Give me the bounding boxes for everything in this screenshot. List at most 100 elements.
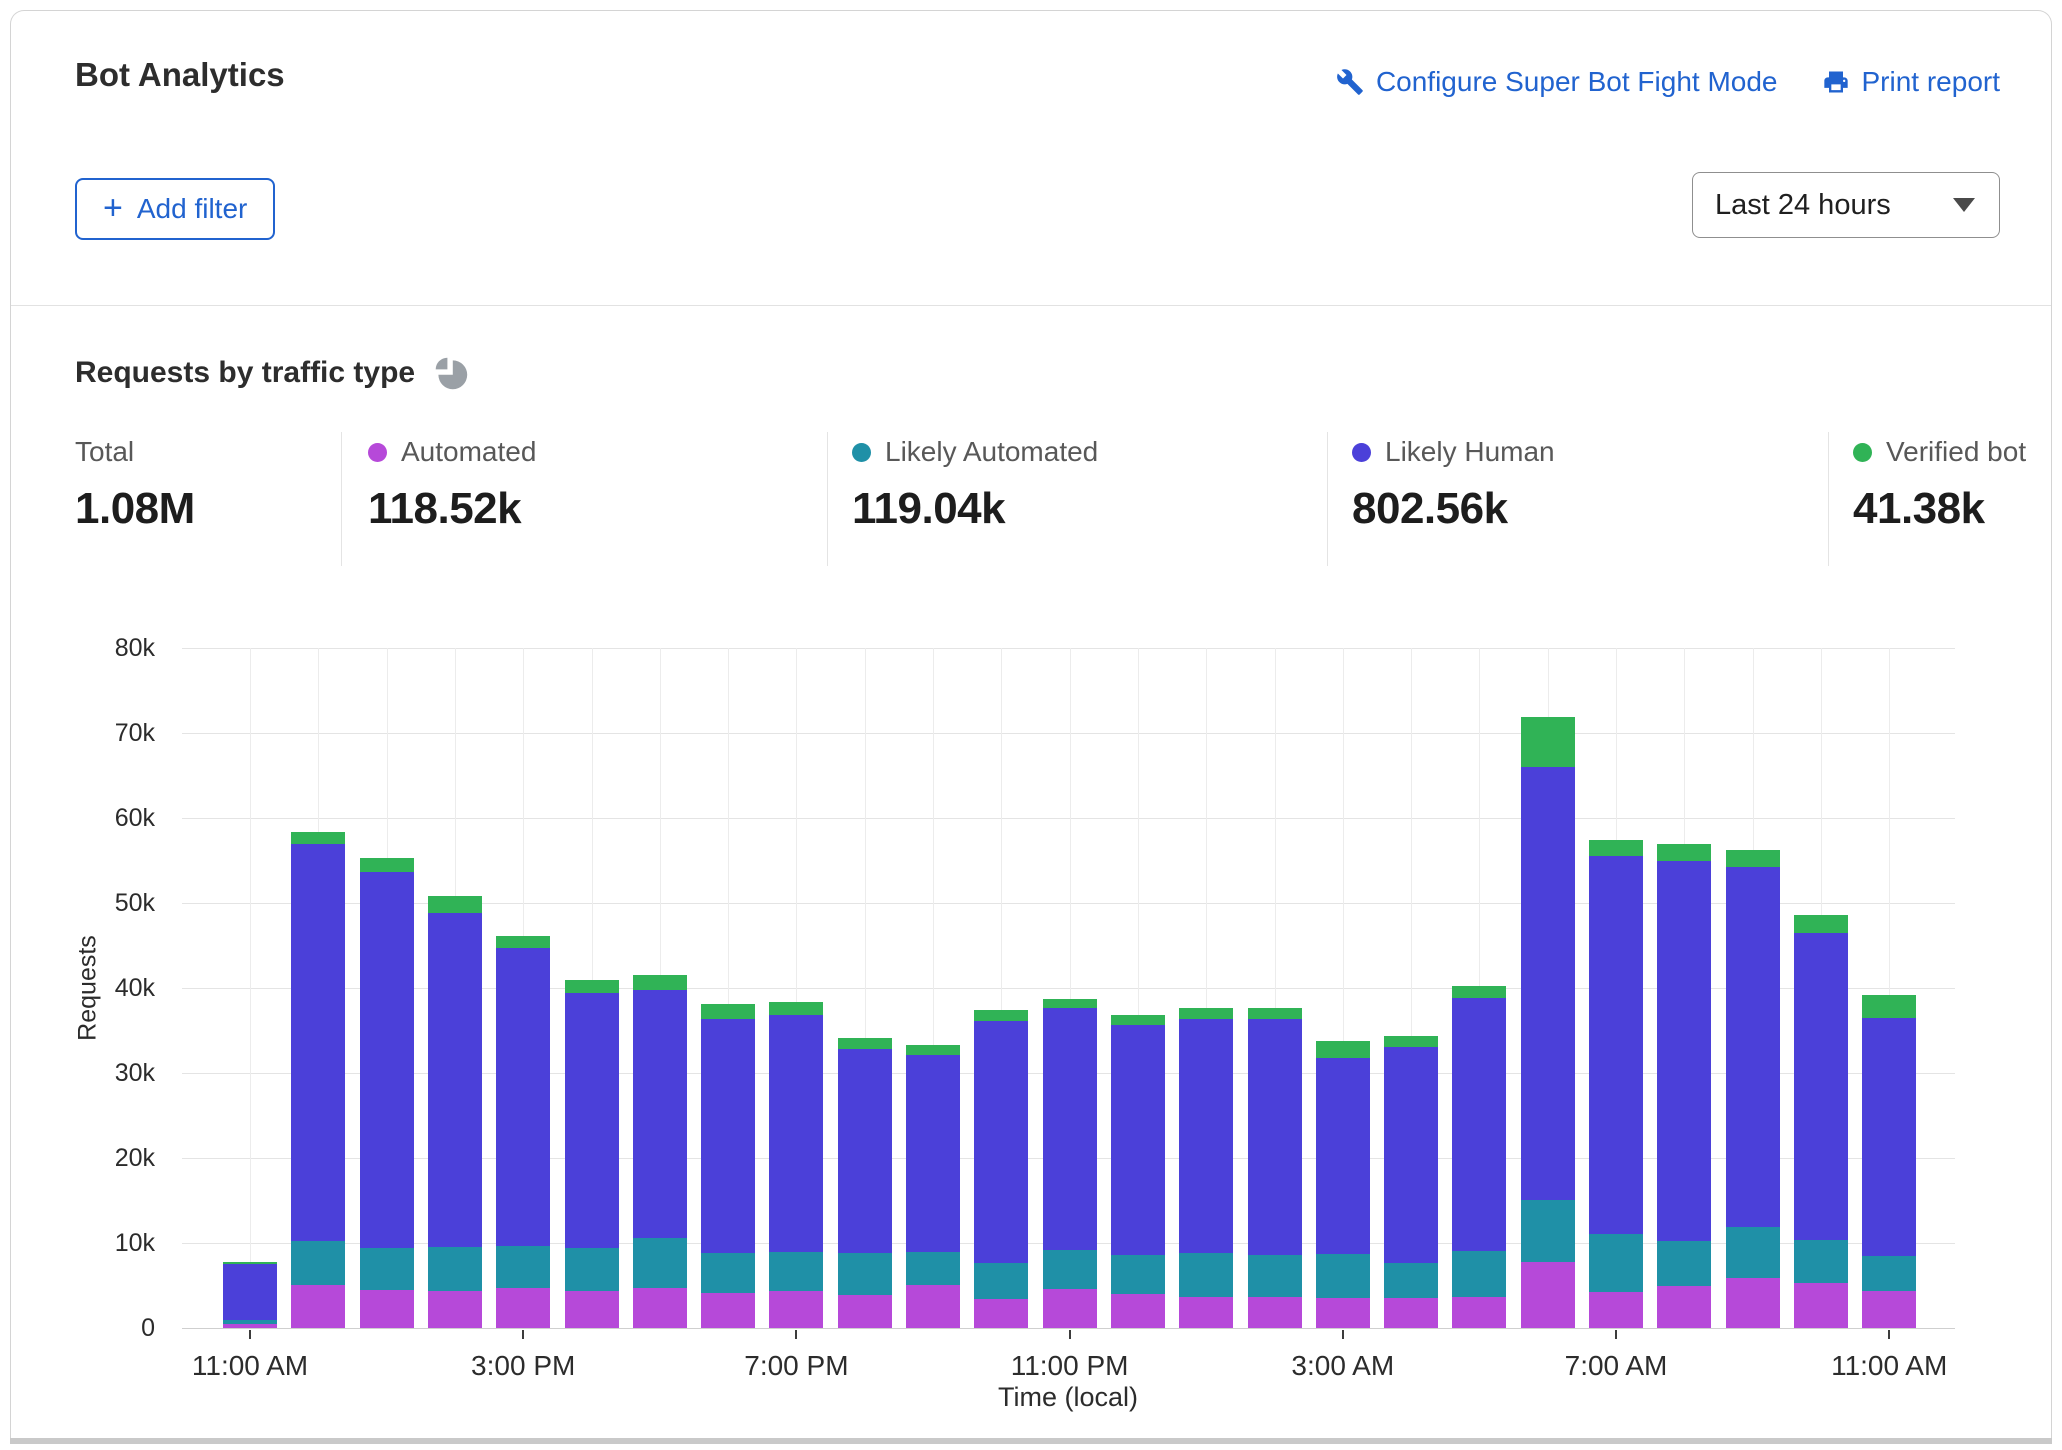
bar-segment-likely-human <box>633 990 687 1238</box>
bar-segment-automated <box>1862 1291 1916 1328</box>
bar-segment-likely-human <box>974 1021 1028 1263</box>
print-link-label: Print report <box>1862 66 2001 98</box>
bar-segment-automated <box>496 1288 550 1328</box>
bar-group-hour-1[interactable] <box>291 832 345 1328</box>
bar-group-hour-0[interactable] <box>223 1262 277 1328</box>
bar-segment-likely-automated <box>838 1253 892 1295</box>
bar-segment-likely-human <box>1794 933 1848 1240</box>
bar-group-hour-10[interactable] <box>906 1045 960 1328</box>
bar-group-hour-8[interactable] <box>769 1002 823 1328</box>
bar-segment-likely-automated <box>974 1263 1028 1299</box>
x-tick-mark <box>522 1330 524 1339</box>
stat-automated[interactable]: Automated 118.52k <box>368 436 536 534</box>
stat-divider <box>827 432 828 566</box>
bar-segment-likely-human <box>1248 1019 1302 1255</box>
bar-segment-likely-human <box>1589 856 1643 1233</box>
bar-group-hour-6[interactable] <box>633 975 687 1328</box>
y-axis-title: Requests <box>74 935 103 1041</box>
stat-likely-automated-value: 119.04k <box>852 484 1098 534</box>
bar-segment-automated <box>974 1299 1028 1328</box>
bar-group-hour-14[interactable] <box>1179 1008 1233 1328</box>
stat-total[interactable]: Total 1.08M <box>75 436 195 534</box>
configure-super-bot-fight-mode-link[interactable]: Configure Super Bot Fight Mode <box>1336 66 1778 98</box>
section-title: Requests by traffic type <box>75 356 415 390</box>
bar-segment-verified-bot <box>769 1002 823 1016</box>
bar-segment-verified-bot <box>1862 995 1916 1018</box>
header-actions: Configure Super Bot Fight Mode Print rep… <box>1336 66 2000 98</box>
bar-segment-verified-bot <box>1794 915 1848 933</box>
add-filter-button[interactable]: + Add filter <box>75 178 275 240</box>
bar-group-hour-2[interactable] <box>360 858 414 1328</box>
bar-group-hour-17[interactable] <box>1384 1036 1438 1328</box>
bar-group-hour-7[interactable] <box>701 1004 755 1328</box>
bar-segment-verified-bot <box>428 896 482 913</box>
gridline-y-60k <box>182 818 1955 819</box>
x-tick-label: 7:00 PM <box>744 1350 848 1382</box>
bar-segment-likely-automated <box>701 1253 755 1293</box>
bar-group-hour-15[interactable] <box>1248 1008 1302 1328</box>
bar-segment-likely-human <box>565 993 619 1248</box>
y-tick-label: 60k <box>40 803 155 833</box>
bar-group-hour-12[interactable] <box>1043 999 1097 1328</box>
automated-legend-dot <box>368 443 387 462</box>
bar-group-hour-19[interactable] <box>1521 717 1575 1328</box>
x-tick-label: 11:00 AM <box>192 1350 308 1382</box>
bar-segment-likely-automated <box>1111 1255 1165 1294</box>
bar-segment-likely-automated <box>1248 1255 1302 1298</box>
bar-segment-likely-automated <box>565 1248 619 1291</box>
stat-likely-automated[interactable]: Likely Automated 119.04k <box>852 436 1098 534</box>
bar-group-hour-5[interactable] <box>565 980 619 1328</box>
bar-segment-automated <box>1452 1297 1506 1328</box>
bar-segment-likely-automated <box>1452 1251 1506 1298</box>
print-report-link[interactable]: Print report <box>1822 66 2001 98</box>
bar-segment-likely-human <box>360 872 414 1249</box>
bar-segment-likely-human <box>906 1055 960 1252</box>
next-section-edge <box>10 1438 2052 1444</box>
bar-segment-likely-human <box>1726 867 1780 1227</box>
bar-group-hour-22[interactable] <box>1726 850 1780 1328</box>
bar-segment-automated <box>1794 1283 1848 1328</box>
bar-segment-automated <box>1589 1292 1643 1328</box>
bar-segment-likely-automated <box>428 1247 482 1290</box>
time-range-select[interactable]: Last 24 hours <box>1692 172 2000 238</box>
bar-segment-automated <box>1111 1294 1165 1328</box>
bar-segment-likely-human <box>1179 1019 1233 1254</box>
stat-divider <box>1327 432 1328 566</box>
bar-segment-likely-automated <box>769 1252 823 1291</box>
bar-segment-automated <box>291 1285 345 1328</box>
stat-divider <box>1828 432 1829 566</box>
bar-segment-verified-bot <box>1316 1041 1370 1058</box>
bar-group-hour-11[interactable] <box>974 1010 1028 1328</box>
bar-group-hour-23[interactable] <box>1794 915 1848 1328</box>
stat-verified-bot-label: Verified bot <box>1886 436 2026 468</box>
y-tick-label: 30k <box>40 1058 155 1088</box>
stat-verified-bot[interactable]: Verified bot 41.38k <box>1853 436 2026 534</box>
stat-likely-human[interactable]: Likely Human 802.56k <box>1352 436 1555 534</box>
x-tick-label: 7:00 AM <box>1565 1350 1668 1382</box>
bar-group-hour-9[interactable] <box>838 1038 892 1328</box>
bar-segment-verified-bot <box>1248 1008 1302 1019</box>
bar-segment-automated <box>838 1295 892 1328</box>
bar-segment-likely-automated <box>1316 1254 1370 1298</box>
stat-total-value: 1.08M <box>75 484 195 534</box>
bar-group-hour-13[interactable] <box>1111 1015 1165 1328</box>
bar-segment-automated <box>906 1285 960 1328</box>
bar-group-hour-16[interactable] <box>1316 1041 1370 1328</box>
x-tick-label: 3:00 PM <box>471 1350 575 1382</box>
bar-group-hour-21[interactable] <box>1657 844 1711 1328</box>
bar-group-hour-24[interactable] <box>1862 995 1916 1328</box>
bar-segment-likely-automated <box>1043 1250 1097 1289</box>
bar-group-hour-18[interactable] <box>1452 986 1506 1328</box>
bar-segment-likely-human <box>428 913 482 1247</box>
verified-bot-legend-dot <box>1853 443 1872 462</box>
bar-group-hour-4[interactable] <box>496 936 550 1328</box>
x-tick-mark <box>1069 1330 1071 1339</box>
x-tick-label: 3:00 AM <box>1291 1350 1394 1382</box>
bar-group-hour-3[interactable] <box>428 896 482 1328</box>
printer-icon <box>1822 68 1850 96</box>
bar-segment-likely-human <box>1043 1008 1097 1249</box>
bar-segment-likely-automated <box>1384 1263 1438 1298</box>
bar-segment-automated <box>565 1291 619 1328</box>
bar-group-hour-20[interactable] <box>1589 840 1643 1328</box>
bar-segment-verified-bot <box>1521 717 1575 767</box>
